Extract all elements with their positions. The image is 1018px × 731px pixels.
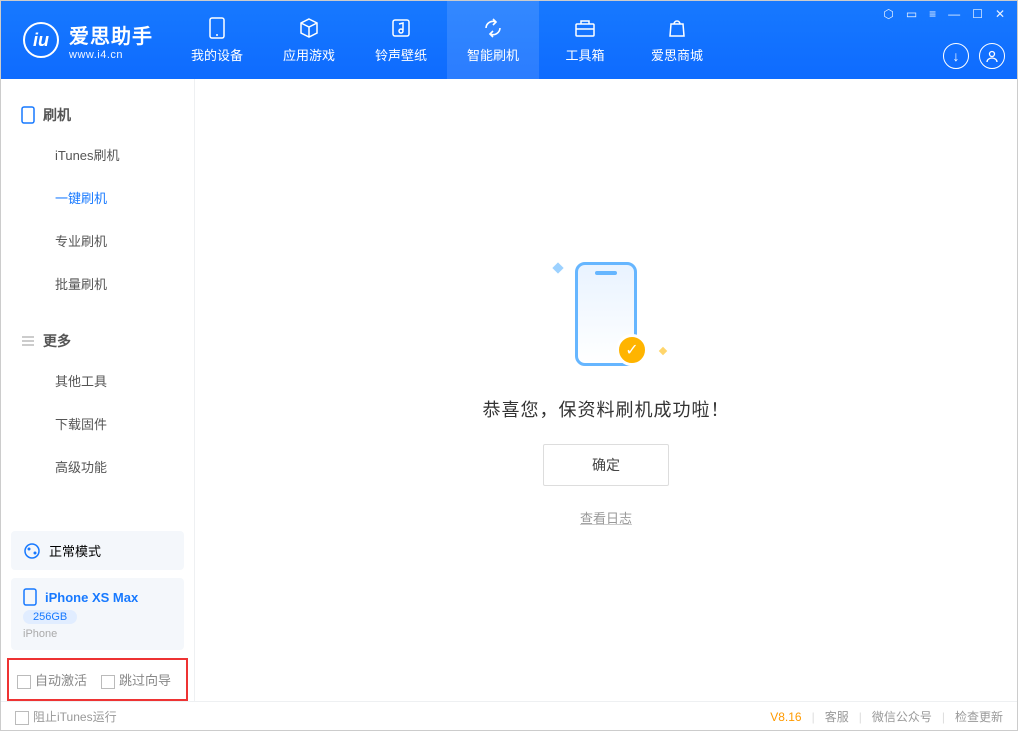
cube-icon: [298, 17, 320, 39]
success-illustration: ✓: [536, 254, 676, 374]
nav-my-device[interactable]: 我的设备: [171, 1, 263, 79]
sidebar-group-more: 更多: [1, 323, 194, 359]
main-nav: 我的设备 应用游戏 铃声壁纸 智能刷机 工具箱 爱思商城: [171, 1, 723, 79]
close-button[interactable]: ✕: [993, 5, 1007, 23]
mode-indicator[interactable]: 正常模式: [11, 531, 184, 570]
menu-icon[interactable]: ≡: [927, 5, 938, 23]
shirt-icon[interactable]: ⬡: [881, 5, 895, 23]
logo: iu 爱思助手 www.i4.cn: [1, 1, 171, 79]
nav-toolbox[interactable]: 工具箱: [539, 1, 631, 79]
ok-button[interactable]: 确定: [543, 444, 669, 486]
note-icon[interactable]: ▭: [904, 5, 919, 23]
sidebar-item-batch-flash[interactable]: 批量刷机: [1, 262, 194, 305]
maximize-button[interactable]: ☐: [970, 5, 985, 23]
nav-label: 应用游戏: [283, 45, 335, 64]
footer-link-update[interactable]: 检查更新: [955, 708, 1003, 725]
nav-label: 铃声壁纸: [375, 45, 427, 64]
device-icon: [206, 17, 228, 39]
app-name: 爱思助手: [69, 20, 153, 49]
highlighted-options: 自动激活 跳过向导: [7, 658, 188, 701]
phone-icon: [21, 106, 35, 124]
nav-ringtone-wallpaper[interactable]: 铃声壁纸: [355, 1, 447, 79]
app-header: iu 爱思助手 www.i4.cn 我的设备 应用游戏 铃声壁纸 智能刷机 工具…: [1, 1, 1017, 79]
version-label: V8.16: [770, 710, 801, 724]
refresh-icon: [482, 17, 504, 39]
toolbox-icon: [574, 17, 596, 39]
success-message: 恭喜您，保资料刷机成功啦！: [483, 396, 730, 422]
view-log-link[interactable]: 查看日志: [580, 508, 632, 527]
footer-link-support[interactable]: 客服: [825, 708, 849, 725]
note-icon: [390, 17, 412, 39]
app-url: www.i4.cn: [69, 49, 153, 61]
sidebar-group-flash: 刷机: [1, 97, 194, 133]
block-itunes-checkbox[interactable]: 阻止iTunes运行: [15, 708, 117, 725]
nav-store[interactable]: 爱思商城: [631, 1, 723, 79]
status-bar: 阻止iTunes运行 V8.16 | 客服 | 微信公众号 | 检查更新: [1, 701, 1017, 731]
footer-link-wechat[interactable]: 微信公众号: [872, 708, 932, 725]
nav-label: 我的设备: [191, 45, 243, 64]
device-info[interactable]: iPhone XS Max 256GB iPhone: [11, 578, 184, 650]
sidebar-item-oneclick-flash[interactable]: 一键刷机: [1, 176, 194, 219]
mode-icon: [23, 542, 41, 560]
account-button[interactable]: [979, 43, 1005, 69]
header-actions: ↓: [943, 43, 1005, 69]
download-button[interactable]: ↓: [943, 43, 969, 69]
device-type: iPhone: [23, 628, 57, 640]
nav-label: 工具箱: [565, 45, 604, 64]
mode-label: 正常模式: [49, 541, 101, 560]
device-name: iPhone XS Max: [45, 590, 138, 605]
logo-icon: iu: [23, 22, 59, 58]
nav-apps-games[interactable]: 应用游戏: [263, 1, 355, 79]
window-controls: ⬡ ▭ ≡ — ☐ ✕: [881, 5, 1007, 23]
nav-smart-flash[interactable]: 智能刷机: [447, 1, 539, 79]
list-icon: [21, 334, 35, 348]
sidebar-item-other-tools[interactable]: 其他工具: [1, 359, 194, 402]
check-icon: ✓: [616, 334, 648, 366]
bag-icon: [666, 17, 688, 39]
sidebar: 刷机 iTunes刷机 一键刷机 专业刷机 批量刷机 更多 其他工具 下载固件 …: [1, 79, 195, 701]
sidebar-item-pro-flash[interactable]: 专业刷机: [1, 219, 194, 262]
auto-activate-checkbox[interactable]: 自动激活: [17, 670, 87, 689]
device-icon: [23, 588, 37, 606]
skip-guide-checkbox[interactable]: 跳过向导: [101, 670, 171, 689]
main-content: ✓ 恭喜您，保资料刷机成功啦！ 确定 查看日志: [195, 79, 1017, 701]
nav-label: 智能刷机: [467, 45, 519, 64]
sidebar-item-download-firmware[interactable]: 下载固件: [1, 402, 194, 445]
sidebar-item-advanced[interactable]: 高级功能: [1, 445, 194, 488]
sidebar-item-itunes-flash[interactable]: iTunes刷机: [1, 133, 194, 176]
device-capacity: 256GB: [23, 610, 77, 624]
nav-label: 爱思商城: [651, 45, 703, 64]
minimize-button[interactable]: —: [946, 5, 962, 23]
